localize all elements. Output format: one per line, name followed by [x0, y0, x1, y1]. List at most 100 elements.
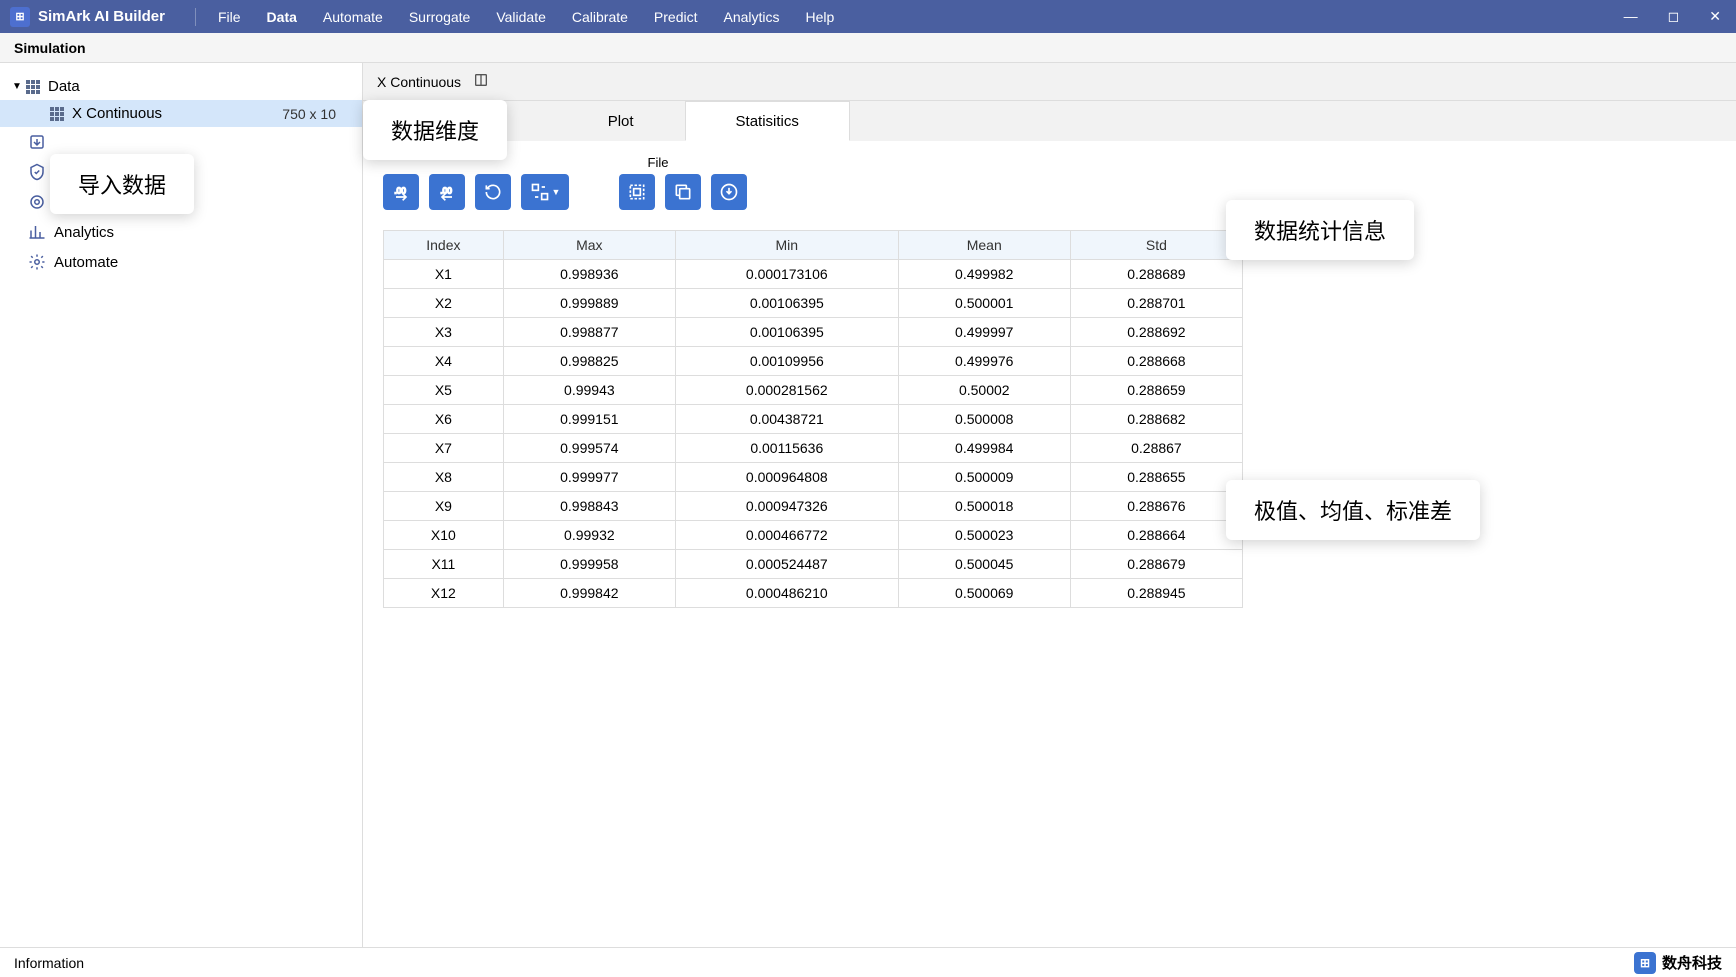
table-cell: 0.288692: [1070, 318, 1242, 347]
maximize-button[interactable]: ◻: [1663, 8, 1685, 25]
menu-file[interactable]: File: [206, 3, 253, 31]
table-header: Min: [675, 231, 898, 260]
table-cell: 0.288701: [1070, 289, 1242, 318]
callout-dimensions: 数据维度: [363, 100, 507, 160]
select-all-button[interactable]: [619, 174, 655, 210]
menu-analytics[interactable]: Analytics: [712, 3, 792, 31]
table-row[interactable]: X20.9998890.001063950.5000010.288701: [384, 289, 1243, 318]
table-cell: 0.998825: [503, 347, 675, 376]
increase-decimals-button[interactable]: .00: [383, 174, 419, 210]
toolbar-format-group: .00 .00 ▼: [383, 174, 569, 210]
table-cell: 0.288664: [1070, 521, 1242, 550]
decrease-decimals-button[interactable]: .00: [429, 174, 465, 210]
table-cell: 0.500018: [898, 492, 1070, 521]
sub-tab-statistics[interactable]: Statisitics: [685, 101, 850, 141]
sidebar-item-import[interactable]: [0, 127, 362, 157]
table-cell: 0.000947326: [675, 492, 898, 521]
menu-predict[interactable]: Predict: [642, 3, 710, 31]
table-cell: 0.50002: [898, 376, 1070, 405]
sidebar-item-automate[interactable]: Automate: [0, 247, 362, 277]
tree-root-label: Data: [48, 78, 80, 95]
copy-button[interactable]: [665, 174, 701, 210]
caret-down-icon: ▼: [12, 81, 22, 92]
table-cell: X11: [384, 550, 504, 579]
minimize-button[interactable]: —: [1619, 8, 1643, 25]
table-cell: 0.99943: [503, 376, 675, 405]
app-logo-icon: ⊞: [10, 7, 30, 27]
table-cell: 0.999151: [503, 405, 675, 434]
table-row[interactable]: X80.9999770.0009648080.5000090.288655: [384, 463, 1243, 492]
table-cell: 0.999977: [503, 463, 675, 492]
table-cell: X8: [384, 463, 504, 492]
menu-surrogate[interactable]: Surrogate: [397, 3, 482, 31]
table-cell: 0.499984: [898, 434, 1070, 463]
company-branding: ⊞ 数舟科技: [1634, 952, 1722, 974]
table-cell: X5: [384, 376, 504, 405]
close-button[interactable]: ✕: [1704, 8, 1726, 25]
table-row[interactable]: X100.999320.0004667720.5000230.288664: [384, 521, 1243, 550]
menu-help[interactable]: Help: [794, 3, 847, 31]
table-cell: 0.500008: [898, 405, 1070, 434]
tree-item-label: X Continuous: [72, 105, 162, 122]
sidebar-item-analytics[interactable]: Analytics: [0, 217, 362, 247]
transform-dropdown-button[interactable]: ▼: [521, 174, 569, 210]
svg-text:.00: .00: [394, 186, 406, 196]
download-button[interactable]: [711, 174, 747, 210]
table-cell: 0.288655: [1070, 463, 1242, 492]
table-cell: 0.999574: [503, 434, 675, 463]
menu-automate[interactable]: Automate: [311, 3, 395, 31]
sub-tab-plot-label: Plot: [608, 113, 634, 130]
table-cell: X6: [384, 405, 504, 434]
table-header: Index: [384, 231, 504, 260]
reset-button[interactable]: [475, 174, 511, 210]
menu-data[interactable]: Data: [255, 3, 309, 31]
sidebar-item-label: Analytics: [54, 224, 114, 241]
table-row[interactable]: X10.9989360.0001731060.4999820.288689: [384, 260, 1243, 289]
app-title: SimArk AI Builder: [38, 8, 165, 25]
statusbar-info[interactable]: Information: [14, 955, 84, 971]
window-controls: — ◻ ✕: [1619, 8, 1726, 25]
sub-tab-plot[interactable]: Plot: [557, 101, 685, 141]
table-row[interactable]: X40.9988250.001099560.4999760.288668: [384, 347, 1243, 376]
table-row[interactable]: X60.9991510.004387210.5000080.288682: [384, 405, 1243, 434]
statusbar: Information ⊞ 数舟科技: [0, 947, 1736, 977]
table-cell: 0.499982: [898, 260, 1070, 289]
toolbar-file-group: [619, 174, 747, 210]
table-cell: 0.499997: [898, 318, 1070, 347]
book-icon[interactable]: [473, 72, 489, 91]
tree-root-data[interactable]: ▼ Data: [0, 73, 362, 100]
table-cell: 0.500009: [898, 463, 1070, 492]
table-header: Std: [1070, 231, 1242, 260]
main-menu: File Data Automate Surrogate Validate Ca…: [206, 3, 846, 31]
tree-item-x-continuous[interactable]: X Continuous 750 x 10: [0, 100, 362, 127]
sidebar-item-label: Automate: [54, 254, 118, 271]
menu-validate[interactable]: Validate: [484, 3, 558, 31]
table-cell: 0.288659: [1070, 376, 1242, 405]
callout-import: 导入数据: [50, 154, 194, 214]
table-cell: 0.00106395: [675, 289, 898, 318]
table-cell: 0.500045: [898, 550, 1070, 579]
menu-calibrate[interactable]: Calibrate: [560, 3, 640, 31]
company-name: 数舟科技: [1662, 952, 1722, 973]
table-cell: X2: [384, 289, 504, 318]
table-row[interactable]: X70.9995740.001156360.4999840.28867: [384, 434, 1243, 463]
table-header: Max: [503, 231, 675, 260]
table-row[interactable]: X120.9998420.0004862100.5000690.288945: [384, 579, 1243, 608]
gear-icon: [28, 253, 46, 271]
table-row[interactable]: X50.999430.0002815620.500020.288659: [384, 376, 1243, 405]
table-cell: 0.500001: [898, 289, 1070, 318]
content-tab-label: X Continuous: [377, 74, 461, 90]
tree-item-dim: 750 x 10: [282, 106, 352, 122]
table-row[interactable]: X30.9988770.001063950.4999970.288692: [384, 318, 1243, 347]
toolbar-file-label: File: [633, 155, 683, 170]
table-row[interactable]: X110.9999580.0005244870.5000450.288679: [384, 550, 1243, 579]
table-cell: 0.500023: [898, 521, 1070, 550]
table-cell: X3: [384, 318, 504, 347]
table-cell: 0.998936: [503, 260, 675, 289]
titlebar: ⊞ SimArk AI Builder File Data Automate S…: [0, 0, 1736, 33]
target-icon: [28, 193, 46, 211]
table-cell: 0.000466772: [675, 521, 898, 550]
chart-icon: [28, 223, 46, 241]
table-row[interactable]: X90.9988430.0009473260.5000180.288676: [384, 492, 1243, 521]
table-cell: 0.000964808: [675, 463, 898, 492]
